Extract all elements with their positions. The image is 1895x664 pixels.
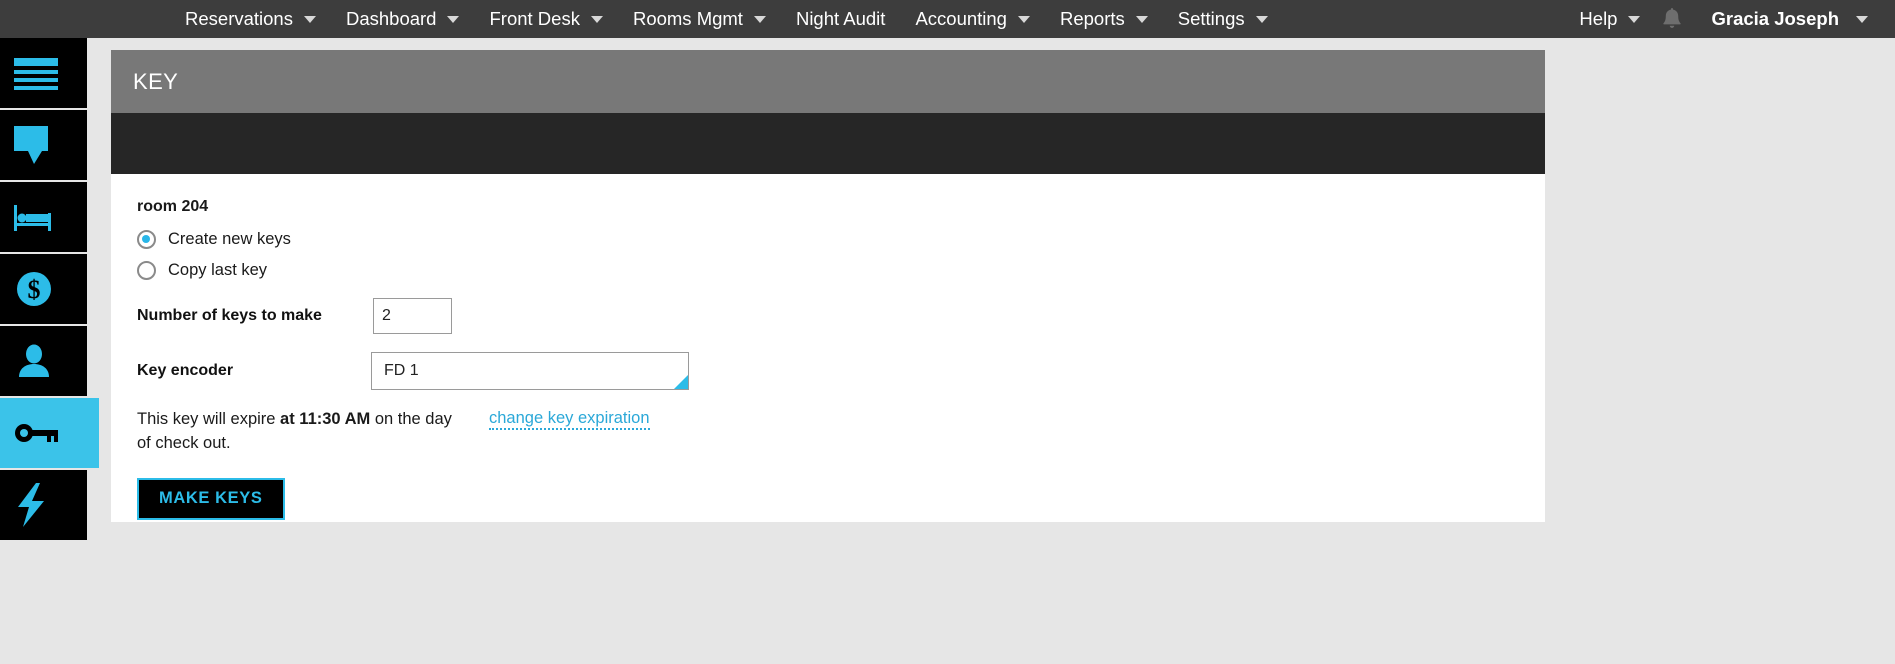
- nav-item-rooms-mgmt[interactable]: Rooms Mgmt: [618, 0, 781, 38]
- chevron-down-icon: [1628, 15, 1641, 23]
- nav-item-label: Front Desk: [489, 8, 580, 29]
- sidebar-item-rooms[interactable]: [0, 182, 87, 254]
- key-expiration-text: This key will expire at 11:30 AM on the …: [137, 408, 467, 456]
- chevron-down-icon: [753, 15, 766, 23]
- sidebar-item-accounting[interactable]: $: [0, 254, 87, 326]
- page-title: KEY: [111, 50, 1545, 113]
- expiration-text-before: This key will expire: [137, 410, 281, 428]
- make-keys-button[interactable]: MAKE KEYS: [137, 477, 285, 520]
- chevron-down-icon: [1255, 15, 1268, 23]
- nav-item-dashboard[interactable]: Dashboard: [331, 0, 475, 38]
- chevron-down-icon: [447, 15, 460, 23]
- bell-icon[interactable]: [1657, 4, 1687, 34]
- key-encoder-select-wrap: FD 1: [371, 352, 689, 390]
- key-panel: KEY room 204 Create new keys Copy last k…: [111, 50, 1545, 522]
- key-expiration-row: This key will expire at 11:30 AM on the …: [137, 408, 1545, 456]
- top-navigation-bar: Reservations Dashboard Front Desk Rooms …: [0, 0, 1895, 38]
- nav-item-night-audit[interactable]: Night Audit: [781, 0, 900, 38]
- panel-subheader-bar: [111, 113, 1545, 174]
- nav-item-label: Reservations: [185, 8, 293, 29]
- user-menu[interactable]: Gracia Joseph: [1691, 0, 1883, 38]
- nav-item-front-desk[interactable]: Front Desk: [474, 0, 617, 38]
- sidebar-item-quick-actions[interactable]: [0, 470, 87, 542]
- key-encoder-selected-value: FD 1: [384, 362, 419, 379]
- radio-copy-last-key[interactable]: Copy last key: [137, 261, 1545, 280]
- hamburger-menu-icon: [14, 56, 60, 90]
- key-form: room 204 Create new keys Copy last key N…: [111, 174, 1545, 522]
- bed-icon: [14, 201, 58, 233]
- room-title: room 204: [137, 198, 209, 215]
- key-encoder-row: Key encoder FD 1: [137, 352, 1545, 390]
- dollar-coin-icon: $: [14, 269, 54, 309]
- change-key-expiration-link[interactable]: change key expiration: [489, 409, 650, 430]
- chevron-down-icon: [1017, 15, 1030, 23]
- chevron-down-icon: [1135, 15, 1148, 23]
- radio-label: Copy last key: [168, 261, 268, 279]
- radio-button-indicator[interactable]: [137, 261, 156, 280]
- nav-item-label: Rooms Mgmt: [632, 8, 743, 29]
- nav-item-accounting[interactable]: Accounting: [900, 0, 1045, 38]
- left-sidebar: $: [0, 38, 99, 664]
- chevron-down-icon: [590, 15, 603, 23]
- nav-item-reports[interactable]: Reports: [1045, 0, 1163, 38]
- nav-item-help[interactable]: Help: [1564, 0, 1655, 38]
- sidebar-item-menu[interactable]: [0, 38, 87, 110]
- number-of-keys-row: Number of keys to make: [137, 298, 1545, 334]
- person-icon: [14, 341, 54, 381]
- key-encoder-select[interactable]: FD 1: [371, 352, 689, 390]
- svg-text:$: $: [28, 275, 41, 304]
- nav-item-label: Reports: [1059, 8, 1125, 29]
- nav-item-label: Night Audit: [795, 8, 886, 29]
- key-icon: [14, 421, 62, 445]
- nav-item-label: Help: [1579, 8, 1618, 29]
- radio-label: Create new keys: [168, 230, 291, 248]
- number-of-keys-input[interactable]: [373, 298, 452, 334]
- radio-create-new-keys[interactable]: Create new keys: [137, 230, 1545, 249]
- user-name-label: Gracia Joseph: [1711, 8, 1839, 29]
- radio-button-indicator[interactable]: [137, 230, 156, 249]
- lightning-bolt-icon: [14, 483, 50, 527]
- nav-item-label: Settings: [1177, 8, 1245, 29]
- chevron-down-icon: [303, 15, 316, 23]
- expiration-time: at 11:30 AM: [280, 410, 371, 428]
- nav-item-reservations[interactable]: Reservations: [170, 0, 331, 38]
- chat-bubble-icon: [14, 124, 56, 166]
- sidebar-item-guests[interactable]: [0, 326, 87, 398]
- key-encoder-label: Key encoder: [137, 362, 234, 379]
- sidebar-item-key[interactable]: [0, 398, 99, 470]
- chevron-down-icon: [1856, 15, 1868, 23]
- number-of-keys-label: Number of keys to make: [137, 307, 322, 324]
- nav-right-group: Help Gracia Joseph: [1564, 0, 1895, 38]
- sidebar-item-messages[interactable]: [0, 110, 87, 182]
- nav-item-label: Accounting: [915, 8, 1007, 29]
- nav-item-settings[interactable]: Settings: [1163, 0, 1283, 38]
- nav-item-label: Dashboard: [345, 8, 437, 29]
